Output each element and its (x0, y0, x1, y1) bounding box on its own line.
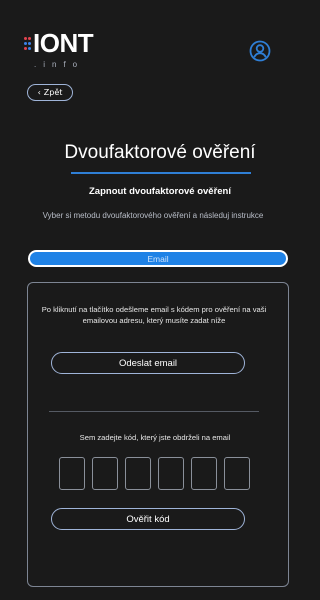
chevron-left-icon: ‹ (37, 88, 41, 97)
title-underline (71, 172, 251, 174)
back-button[interactable]: ‹ Zpět (27, 84, 73, 101)
user-circle-icon[interactable] (249, 40, 271, 62)
code-input-group (59, 457, 250, 490)
page-subtitle: Zapnout dvoufaktorové ověření (89, 186, 231, 197)
method-tab-email[interactable]: Email (28, 250, 288, 267)
email-card-description: Po kliknutí na tlačítko odešleme email s… (41, 305, 267, 325)
code-input-label: Sem zadejte kód, který jste obdrželi na … (79, 433, 231, 442)
code-digit-1[interactable] (59, 457, 85, 490)
send-email-button[interactable]: Odeslat email (51, 352, 245, 374)
code-digit-4[interactable] (158, 457, 184, 490)
back-button-label: Zpět (43, 88, 63, 97)
divider (49, 411, 259, 412)
code-digit-3[interactable] (125, 457, 151, 490)
logo-dots-icon (24, 37, 32, 53)
logo-subtext: .info (34, 60, 85, 69)
logo-text: IONT (33, 28, 94, 58)
page-title: Dvoufaktorové ověření (64, 142, 256, 163)
verify-code-button[interactable]: Ověřit kód (51, 508, 245, 530)
code-digit-6[interactable] (224, 457, 250, 490)
header: IONT .info ‹ Zpět (0, 0, 275, 110)
code-digit-5[interactable] (191, 457, 217, 490)
code-digit-2[interactable] (92, 457, 118, 490)
instruction-text: Vyber si metodu dvoufaktorového ověření … (42, 211, 264, 220)
